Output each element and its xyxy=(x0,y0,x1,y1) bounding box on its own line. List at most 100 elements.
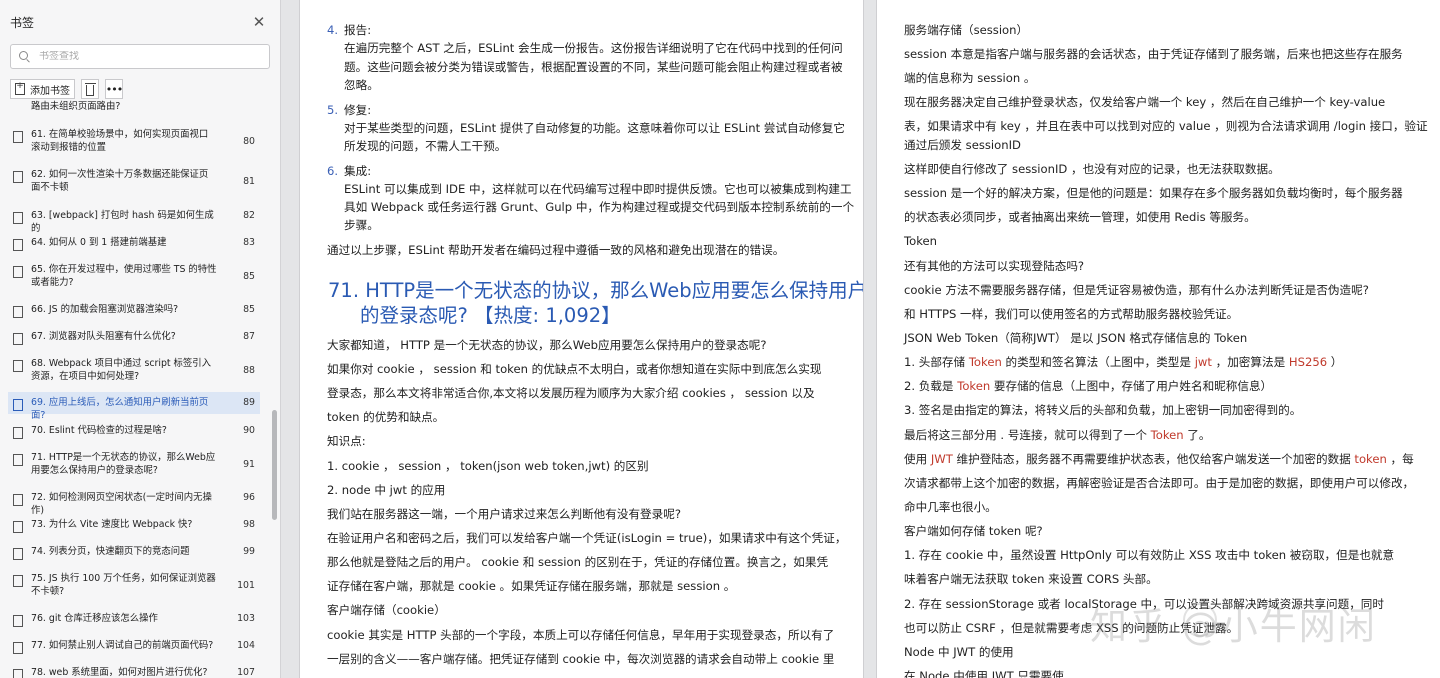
list-title: 报告: xyxy=(344,23,372,37)
highlight-term: JWT xyxy=(930,452,953,466)
paragraph-line: 现在服务器决定自己维护登录状态，仅发给客户端一个 key ，然后在自己维护一个 … xyxy=(904,95,1386,109)
highlight-term: HS256 xyxy=(1288,355,1328,369)
bookmark-label: 路由未组织页面路由? xyxy=(31,101,121,112)
paragraph-line: 题。这些问题会被分类为错误或警告，根据配置设置的不同，某些问题可能会阻止构建过程… xyxy=(344,60,843,74)
bookmark-search-input[interactable] xyxy=(39,51,239,62)
paragraph-line: JSON Web Token（简称JWT） 是以 JSON 格式存储信息的 To… xyxy=(904,331,1248,345)
bookmark-item-71[interactable]: 71. HTTP是一个无状态的协议，那么Web应用要怎么保持用户的登录态呢? 9… xyxy=(8,451,260,477)
bookmark-label: 74. 列表分页，快速翻页下的竞态问题 xyxy=(31,546,190,557)
highlight-term: token xyxy=(1354,452,1387,466)
bookmark-icon xyxy=(13,266,23,278)
paragraph-line: 在验证用户名和密码之后，我们可以发给客户端一个凭证(isLogin = true… xyxy=(327,531,847,545)
paragraph-line: 命中几率也很小。 xyxy=(904,500,997,514)
paragraph-line: session 是一个好的解决方案，但是他的问题是：如果存在多个服务器如负载均衡… xyxy=(904,186,1403,200)
bookmark-label: 65. 你在开发过程中，使用过哪些 TS 的特性或者能力? xyxy=(31,264,217,288)
bookmark-icon xyxy=(13,212,23,224)
bookmark-label: 64. 如何从 0 到 1 搭建前端基建 xyxy=(31,237,167,248)
bookmark-label: 72. 如何检测网页空闲状态(一定时间内无操作) xyxy=(31,492,212,516)
bookmark-icon xyxy=(13,548,23,560)
bookmark-label: 71. HTTP是一个无状态的协议，那么Web应用要怎么保持用户的登录态呢? xyxy=(31,452,216,476)
highlight-term: Token xyxy=(1150,428,1184,442)
bookmark-item-77[interactable]: 77. 如何禁止别人调试自己的前端页面代码? 104 xyxy=(8,639,260,654)
list-title: 修复: xyxy=(344,103,372,117)
bookmark-page: 90 xyxy=(243,425,255,436)
bookmark-item-73[interactable]: 73. 为什么 Vite 速度比 Webpack 快? 98 xyxy=(8,518,260,533)
bookmark-label: 68. Webpack 项目中通过 script 标签引入资源，在项目中如何处理… xyxy=(31,358,212,382)
bookmark-page: 85 xyxy=(243,271,255,282)
bookmark-icon xyxy=(13,669,23,678)
bookmark-page: 101 xyxy=(237,580,255,591)
bookmark-item-78[interactable]: 78. web 系统里面，如何对图片进行优化? 107 xyxy=(8,666,260,678)
bookmark-label: 75. JS 执行 100 万个任务，如何保证浏览器不卡顿? xyxy=(31,573,216,597)
paragraph-line: 在遍历完整个 AST 之后，ESLint 会生成一份报告。这份报告详细说明了它在… xyxy=(344,41,843,55)
paragraph-line: 这样即使自行修改了 sessionID ，也没有对应的记录，也无法获取数据。 xyxy=(904,162,1280,176)
highlight-term: Token xyxy=(957,379,991,393)
bookmark-icon xyxy=(13,494,23,506)
bookmark-label: 69. 应用上线后，怎么通知用户刷新当前页面? xyxy=(31,397,209,421)
paragraph-line: ESLint 可以集成到 IDE 中，这样就可以在代码编写过程中即时提供反馈。它… xyxy=(344,182,852,196)
bookmark-add-icon xyxy=(15,81,25,95)
bookmark-icon xyxy=(13,306,23,318)
bookmark-icon xyxy=(13,642,23,654)
subheading: Node 中 JWT 的使用 xyxy=(904,645,1014,659)
paragraph-line: token 的优势和缺点。 xyxy=(327,410,445,424)
trash-icon xyxy=(85,82,96,96)
more-icon: ••• xyxy=(105,82,123,96)
add-bookmark-button[interactable]: 添加书签 xyxy=(10,79,75,99)
close-icon[interactable]: ✕ xyxy=(250,13,268,31)
delete-bookmark-button[interactable] xyxy=(81,79,99,99)
paragraph-line: cookie 其实是 HTTP 头部的一个字段，本质上可以存储任何信息，早年用于… xyxy=(327,628,835,642)
search-icon xyxy=(19,50,31,63)
bookmark-page: 98 xyxy=(243,519,255,530)
bookmark-item-76[interactable]: 76. git 仓库迁移应该怎么操作 103 xyxy=(8,612,260,627)
more-options-button[interactable]: ••• xyxy=(105,79,123,99)
document-page-right: 服务端存储（session） session 本意是指客户端与服务器的会话状态，… xyxy=(877,0,1440,678)
paragraph-line: 3. 签名是由指定的算法，将转义后的头部和负载，加上密钥一同加密得到的。 xyxy=(904,403,1302,417)
paragraph-line: cookie 方法不需要服务器存储，但是凭证容易被伪造，那有什么办法判断凭证是否… xyxy=(904,283,1369,297)
paragraph-line: 客户端如何存储 token 呢? xyxy=(904,524,1043,538)
paragraph-line: 和 HTTPS 一样，我们可以使用签名的方式帮助服务器校验凭证。 xyxy=(904,307,1239,321)
bookmark-page: 82 xyxy=(243,210,255,221)
section-heading-cont: 的登录态呢? 【热度: 1,092】 xyxy=(360,304,621,327)
bookmark-item-68[interactable]: 68. Webpack 项目中通过 script 标签引入资源，在项目中如何处理… xyxy=(8,357,260,383)
bookmark-item-62[interactable]: 62. 如何一次性渲染十万条数据还能保证页面不卡顿 81 xyxy=(8,168,260,194)
bookmark-label: 70. Eslint 代码检查的过程是啥? xyxy=(31,425,167,436)
paragraph-line: 对于某些类型的问题，ESLint 提供了自动修复的功能。这意味着你可以让 ESL… xyxy=(344,121,845,135)
bookmark-item-75[interactable]: 75. JS 执行 100 万个任务，如何保证浏览器不卡顿? 101 xyxy=(8,572,260,598)
bookmark-label: 66. JS 的加载会阻塞浏览器渲染吗? xyxy=(31,304,179,315)
highlight-term: Token xyxy=(968,355,1002,369)
bookmark-item-61[interactable]: 61. 在简单校验场景中，如何实现页面视口滚动到报错的位置 80 xyxy=(8,128,260,154)
bookmark-item-63[interactable]: 63. [webpack] 打包时 hash 码是如何生成的 82 xyxy=(8,209,260,235)
list-number: 6. xyxy=(327,164,339,178)
bookmark-item-69[interactable]: 69. 应用上线后，怎么通知用户刷新当前页面? 89 xyxy=(8,392,260,421)
bookmark-item-64[interactable]: 64. 如何从 0 到 1 搭建前端基建 83 xyxy=(8,236,260,251)
bookmark-icon xyxy=(13,399,23,411)
list-number: 5. xyxy=(327,103,339,117)
bookmark-item-partial[interactable]: 路由未组织页面路由? xyxy=(8,98,260,113)
paragraph-line: 次请求都带上这个加密的数据，再解密验证是否合法即可。由于是加密的数据，即使用户可… xyxy=(904,476,1415,490)
paragraph-line: 表，如果请求中有 key ，并且在表中可以找到对应的 value ，则视为合法请… xyxy=(904,119,1428,133)
bookmark-item-65[interactable]: 65. 你在开发过程中，使用过哪些 TS 的特性或者能力? 85 xyxy=(8,263,260,289)
summary-line: 通过以上步骤，ESLint 帮助开发者在编码过程中遵循一致的风格和避免出现潜在的… xyxy=(327,243,785,257)
paragraph-line: 1. 存在 cookie 中，虽然设置 HttpOnly 可以有效防止 XSS … xyxy=(904,548,1395,562)
document-page-left: 4. 报告: 在遍历完整个 AST 之后，ESLint 会生成一份报告。这份报告… xyxy=(300,0,863,678)
bookmark-item-67[interactable]: 67. 浏览器对队头阻塞有什么优化? 87 xyxy=(8,330,260,345)
paragraph-line: 使用 JWT 维护登陆态，服务器不再需要维护状态表，他仅给客户端发送一个加密的数… xyxy=(904,452,1414,466)
sidebar-scrollbar[interactable] xyxy=(272,410,277,520)
bookmark-item-70[interactable]: 70. Eslint 代码检查的过程是啥? 90 xyxy=(8,424,260,439)
paragraph-line: 2. 负载是 Token 要存储的信息（上图中，存储了用户姓名和昵称信息） xyxy=(904,379,1273,393)
bookmark-item-74[interactable]: 74. 列表分页，快速翻页下的竞态问题 99 xyxy=(8,545,260,560)
paragraph-line: 具如 Webpack 或任务运行器 Grunt、Gulp 中，作为构建过程或提交… xyxy=(344,200,855,214)
paragraph-line: 客户端存储（cookie） xyxy=(327,603,446,617)
bookmark-page: 88 xyxy=(243,365,255,376)
bookmark-icon xyxy=(13,333,23,345)
bookmark-page: 96 xyxy=(243,492,255,503)
paragraph-line: 在 Node 中使用 JWT 只需要使 xyxy=(904,669,1064,678)
bookmark-search-box[interactable] xyxy=(10,44,270,69)
bookmark-item-66[interactable]: 66. JS 的加载会阻塞浏览器渲染吗? 85 xyxy=(8,303,260,318)
paragraph-line: 大家都知道， HTTP 是一个无状态的协议，那么Web应用要怎么保持用户的登录态… xyxy=(327,338,767,352)
paragraph-line: session 本意是指客户端与服务器的会话状态，由于凭证存储到了服务端，后来也… xyxy=(904,47,1403,61)
bookmark-label: 62. 如何一次性渲染十万条数据还能保证页面不卡顿 xyxy=(31,169,209,193)
highlight-term: jwt xyxy=(1194,355,1212,369)
bookmark-item-72[interactable]: 72. 如何检测网页空闲状态(一定时间内无操作) 96 xyxy=(8,491,260,517)
